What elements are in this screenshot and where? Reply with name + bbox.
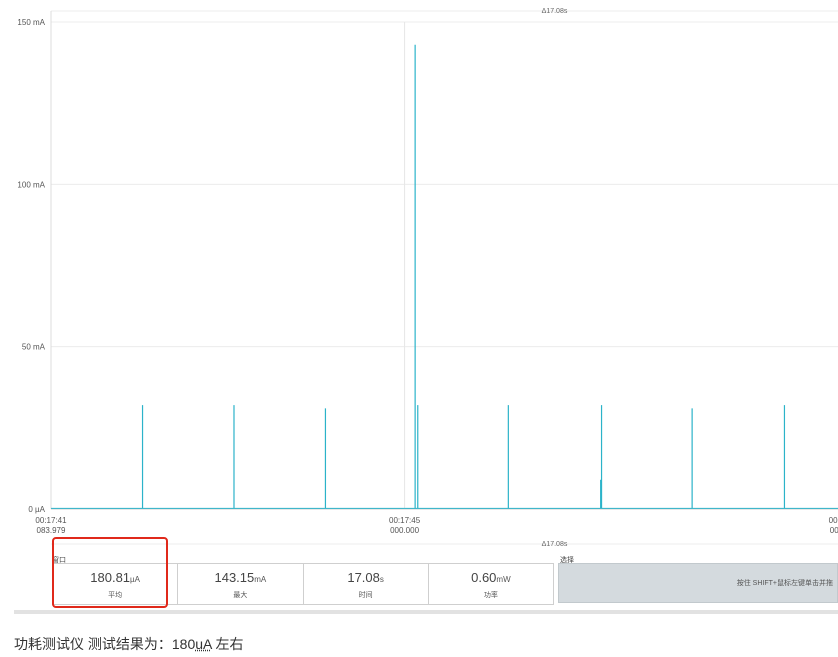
x-tick-label: 00:17:41 xyxy=(35,516,67,525)
average-highlight-box xyxy=(52,537,168,608)
stat-power-label: 功率 xyxy=(483,591,498,599)
x-tick-sublabel: 083.979 xyxy=(37,526,66,535)
selection-panel[interactable]: 按住 SHIFT+鼠标左键单击并拖 xyxy=(558,563,838,603)
stat-time: 17.08s 时间 xyxy=(304,564,429,604)
stat-max-unit: mA xyxy=(254,574,267,584)
x-tick-label: 00:17:50 xyxy=(829,516,838,525)
stat-power-value: 0.60 xyxy=(471,569,497,585)
stat-time-value: 17.08 xyxy=(347,569,380,585)
current-chart[interactable]: 0 µA 50 mA 100 mA 150 mA 00:17:41083.979 00:1… xyxy=(0,0,838,560)
delta-time-bottom: Δ17.08s xyxy=(542,541,568,548)
caption-prefix: 功耗测试仪 测试结果为：180 xyxy=(14,636,196,652)
bottom-divider xyxy=(14,610,838,614)
stat-max-value: 143.15 xyxy=(214,569,255,585)
caption-suffix: 左右 xyxy=(211,636,244,652)
y-tick-label: 150 mA xyxy=(17,18,45,27)
stat-power: 0.60mW 功率 xyxy=(429,564,553,604)
stat-power-unit: mW xyxy=(496,574,511,584)
x-tick-label: 00:17:45 xyxy=(389,516,421,525)
caption-unit: uA xyxy=(195,636,212,652)
x-tick-sublabel: 000.000 xyxy=(390,526,419,535)
y-tick-label: 0 µA xyxy=(28,505,45,514)
y-tick-label: 100 mA xyxy=(17,180,45,189)
selection-hint: 按住 SHIFT+鼠标左键单击并拖 xyxy=(736,580,833,587)
y-tick-label: 50 mA xyxy=(22,343,46,352)
stat-max-label: 最大 xyxy=(233,591,248,599)
x-tick-sublabel: 000.000 xyxy=(830,526,838,535)
result-caption: 功耗测试仪 测试结果为：180uA 左右 xyxy=(14,634,244,654)
stat-max: 143.15mA 最大 xyxy=(178,564,304,604)
stat-time-unit: s xyxy=(379,574,384,584)
delta-time-top: Δ17.08s xyxy=(542,8,568,15)
stat-time-label: 时间 xyxy=(358,591,373,599)
